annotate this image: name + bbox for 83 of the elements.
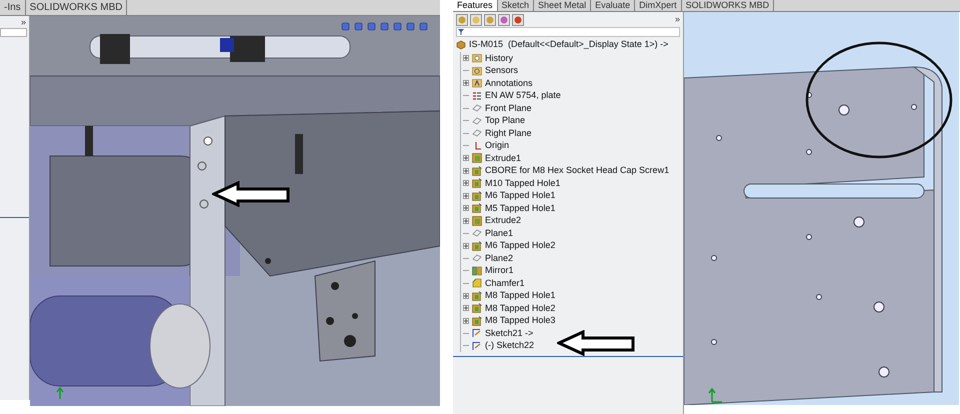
tree-item-label[interactable]: Sketch21 -> [485,328,534,338]
tree-item-label[interactable]: History [485,54,514,63]
panel-tab-icon[interactable] [456,14,468,26]
chamfer-icon [472,278,482,288]
sketch-icon [472,328,482,338]
expand-toggle-icon[interactable] [463,168,469,174]
ribbon-tab[interactable]: SOLIDWORKS MBD [682,0,774,11]
tree-item-label[interactable]: Plane1 [485,228,514,238]
callout-arrow-icon [557,330,635,356]
expand-toggle-icon[interactable] [463,80,469,86]
hole-icon [472,190,482,201]
plane-icon [472,116,482,126]
plane-icon [472,128,482,138]
expand-toggle-icon[interactable] [463,218,469,224]
panel-tab-icon[interactable] [484,14,496,26]
filter-field[interactable] [456,27,680,37]
extrude-icon [472,153,482,164]
mirror-icon [472,266,482,276]
expand-toggle-icon[interactable] [463,192,469,199]
expand-toggle-icon[interactable] [463,292,469,299]
tree-item-label[interactable]: M5 Tapped Hole1 [485,204,556,213]
tree-item-label[interactable]: M10 Tapped Hole1 [485,178,560,188]
axis-triad-icon [708,388,723,403]
tree-item-label[interactable]: Top Plane [485,116,526,126]
plane-icon [472,228,482,238]
tree-item-label[interactable]: M6 Tapped Hole1 [485,191,556,200]
hole-icon [472,178,482,188]
hole-icon [472,240,482,251]
tree-item-label[interactable]: M8 Tapped Hole3 [485,316,556,326]
panel-tab-icon[interactable] [512,14,524,26]
hole-icon [472,290,482,301]
tree-item-label[interactable]: CBORE for M8 Hex Socket Head Cap Screw1 [485,166,670,176]
tree-item-label[interactable]: EN AW 5754, plate [485,91,561,100]
ribbon-tab[interactable]: -Ins [0,0,26,15]
tree-item-label[interactable]: Mirror1 [485,266,514,276]
panel-tab-icon[interactable] [470,14,482,26]
screw-icon [295,134,303,174]
expand-toggle-icon[interactable] [463,242,469,249]
tree-root-label[interactable]: IS-M015 (Default<<Default>_Display State 1>) -> [469,38,668,52]
panel-tab-icon[interactable] [498,14,510,26]
panel-expand-button[interactable]: » [20,16,29,28]
folder-icon [472,53,482,64]
tree-item-label[interactable]: Front Plane [485,104,532,113]
part-icon [456,40,466,50]
callout-arrow-icon [212,181,290,207]
tree-item-label[interactable]: Right Plane [485,128,532,138]
extrude-icon [472,216,482,226]
tree-item-label[interactable]: Origin [485,141,510,150]
tree-item-label[interactable]: Plane2 [485,254,514,263]
tree-item-label[interactable]: M8 Tapped Hole1 [485,291,556,300]
ribbon-tab[interactable]: Features [453,0,498,11]
hole-icon [472,166,482,176]
expand-toggle-icon[interactable] [463,180,469,186]
plane-icon [472,103,482,114]
tree-item-label[interactable]: Sensors [485,66,518,76]
hole-icon [472,316,482,326]
material-icon [472,90,482,101]
expand-toggle-icon[interactable] [463,318,469,324]
ribbon-tab[interactable]: Sketch [498,0,534,11]
expand-toggle-icon[interactable] [463,305,469,312]
hole-icon [472,303,482,314]
tree-item-label[interactable]: (-) Sketch22 [485,341,534,350]
tree-item-label[interactable]: M6 Tapped Hole2 [485,241,556,250]
axis-triad-icon [56,386,64,400]
sketch-icon [472,340,482,351]
tree-item-label[interactable]: Chamfer1 [485,278,525,288]
filter-field[interactable] [0,28,27,37]
expand-toggle-icon[interactable] [463,205,469,212]
tree-item-label[interactable]: Extrude1 [485,154,522,163]
highlight-circle-icon [804,40,954,160]
screw-icon [85,126,93,156]
ribbon-tab[interactable]: SOLIDWORKS MBD [26,0,128,15]
folder-icon [472,78,482,88]
tree-item-label[interactable]: Annotations [485,78,533,88]
folder-icon [472,66,482,76]
filter-icon [458,29,464,35]
expand-toggle-icon[interactable] [463,155,469,162]
panel-expand-button[interactable]: » [674,12,680,26]
tree-item-label[interactable]: Extrude2 [485,216,522,226]
tree-item-label[interactable]: M8 Tapped Hole2 [485,304,556,313]
plane-icon [472,253,482,264]
hole-icon [472,203,482,214]
expand-toggle-icon[interactable] [463,55,469,62]
